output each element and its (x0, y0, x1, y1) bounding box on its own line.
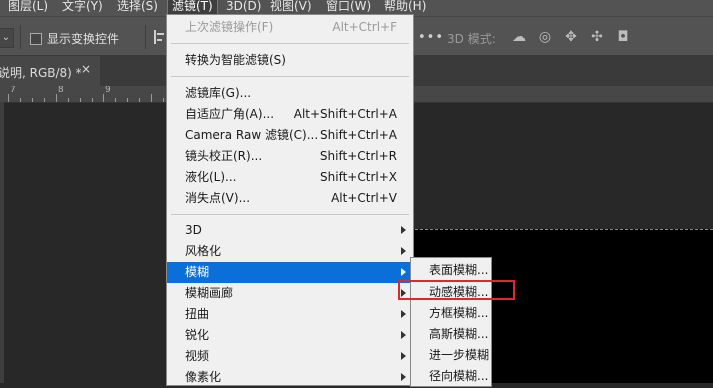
menu-item-last-filter: 上次滤镜操作(F) Alt+Ctrl+F (167, 17, 413, 38)
menu-item-label: 模糊画廊 (185, 286, 234, 300)
menu-item-convert-smart-filters[interactable]: 转换为智能滤镜(S) (167, 50, 413, 71)
menu-item-label: 自适应广角(A)... (185, 107, 275, 121)
3d-roll-icon[interactable]: ◎ (536, 29, 554, 45)
submenu-arrow-icon (401, 247, 406, 255)
ruler-label: 9 (105, 86, 111, 95)
submenu-arrow-icon (401, 373, 406, 381)
menu-item-shortcut: Shift+Ctrl+A (320, 128, 397, 142)
more-options-icon[interactable]: ••• (418, 30, 444, 45)
menu-layer[interactable]: 图层(L) (8, 0, 48, 16)
document-tab-title: 说明, RGB/8) * (0, 66, 82, 80)
menu-item-shortcut: Alt+Ctrl+F (332, 20, 397, 34)
submenu-item-box-blur[interactable]: 方框模糊... (411, 303, 491, 324)
submenu-item-label: 方框模糊... (429, 306, 489, 320)
filter-menu: 上次滤镜操作(F) Alt+Ctrl+F 转换为智能滤镜(S) 滤镜库(G)..… (166, 14, 414, 386)
menu-item-label: 视频 (185, 349, 210, 363)
tool-preset-dropdown[interactable]: ⌄ (0, 28, 14, 48)
menu-divider (171, 76, 409, 77)
blur-submenu: 表面模糊... 动感模糊... 方框模糊... 高斯模糊... 进一步模糊 径向… (410, 257, 492, 387)
menu-item-pixelate[interactable]: 像素化 (167, 367, 413, 388)
3d-mode-label: 3D 模式: (447, 32, 496, 46)
submenu-item-radial-blur[interactable]: 径向模糊... (411, 366, 491, 387)
menu-item-blur[interactable]: 模糊 (167, 262, 413, 283)
menu-item-video[interactable]: 视频 (167, 346, 413, 367)
menu-item-adaptive-wide-angle[interactable]: 自适应广角(A)... Alt+Shift+Ctrl+A (167, 104, 413, 125)
menu-item-label: 滤镜库(G)... (185, 86, 252, 100)
submenu-item-label: 进一步模糊 (429, 348, 490, 362)
3d-scale-icon[interactable]: ◘ (614, 29, 632, 45)
ruler-label: 7 (10, 86, 16, 95)
menu-item-label: 模糊 (185, 265, 210, 279)
menu-item-label: 液化(L)... (185, 170, 237, 184)
3d-orbit-icon[interactable]: ☁ (510, 29, 528, 45)
submenu-item-surface-blur[interactable]: 表面模糊... (411, 260, 491, 281)
menu-item-label: 像素化 (185, 370, 222, 384)
menu-item-distort[interactable]: 扭曲 (167, 304, 413, 325)
menu-item-label: 上次滤镜操作(F) (185, 20, 274, 34)
menu-item-blur-gallery[interactable]: 模糊画廊 (167, 283, 413, 304)
menu-item-label: 镜头校正(R)... (185, 149, 263, 163)
show-transform-checkbox[interactable] (30, 33, 42, 45)
submenu-arrow-icon (401, 331, 406, 339)
ruler-label: 8 (58, 86, 64, 95)
chevron-down-icon: ⌄ (1, 32, 11, 43)
menu-item-sharpen[interactable]: 锐化 (167, 325, 413, 346)
submenu-item-gaussian-blur[interactable]: 高斯模糊... (411, 324, 491, 345)
menu-item-shortcut: Shift+Ctrl+X (320, 170, 397, 184)
submenu-item-label: 表面模糊... (429, 263, 489, 277)
submenu-item-blur-more[interactable]: 进一步模糊 (411, 345, 491, 366)
menu-item-3d[interactable]: 3D (167, 220, 413, 241)
vertical-ruler[interactable] (0, 102, 4, 383)
submenu-item-label: 径向模糊... (429, 369, 489, 383)
submenu-item-label: 高斯模糊... (429, 327, 489, 341)
show-transform-label: 显示变换控件 (47, 32, 120, 46)
menu-type[interactable]: 文字(Y) (62, 0, 103, 16)
divider (145, 25, 146, 49)
menu-divider (171, 43, 409, 44)
menu-item-lens-correction[interactable]: 镜头校正(R)... Shift+Ctrl+R (167, 146, 413, 167)
menu-item-camera-raw-filter[interactable]: Camera Raw 滤镜(C)... Shift+Ctrl+A (167, 125, 413, 146)
submenu-arrow-icon (401, 310, 406, 318)
menu-item-vanishing-point[interactable]: 消失点(V)... Alt+Ctrl+V (167, 188, 413, 209)
menu-item-stylize[interactable]: 风格化 (167, 241, 413, 262)
menu-item-shortcut: Alt+Shift+Ctrl+A (293, 107, 397, 121)
menu-item-shortcut: Shift+Ctrl+R (319, 149, 397, 163)
menu-select[interactable]: 选择(S) (117, 0, 158, 16)
menu-item-shortcut: Alt+Ctrl+V (331, 191, 397, 205)
menu-item-label: 扭曲 (185, 307, 210, 321)
3d-pan-icon[interactable]: ✥ (562, 29, 580, 45)
menu-item-label: 转换为智能滤镜(S) (185, 53, 286, 67)
menu-item-label: 风格化 (185, 244, 222, 258)
menu-divider (171, 214, 409, 215)
submenu-arrow-icon (401, 226, 406, 234)
3d-slide-icon[interactable]: ✣ (588, 29, 606, 45)
menu-item-filter-gallery[interactable]: 滤镜库(G)... (167, 83, 413, 104)
menu-item-label: Camera Raw 滤镜(C)... (185, 128, 319, 142)
document-tab[interactable]: 说明, RGB/8) * × (0, 56, 100, 86)
menu-item-label: 3D (185, 223, 202, 237)
menu-item-label: 消失点(V)... (185, 191, 251, 205)
highlight-annotation-box (398, 280, 515, 300)
submenu-arrow-icon (401, 268, 406, 276)
divider (20, 25, 21, 49)
close-icon[interactable]: × (81, 62, 91, 76)
align-left-edges-icon[interactable] (154, 30, 164, 44)
submenu-arrow-icon (401, 352, 406, 360)
menu-item-label: 锐化 (185, 328, 210, 342)
menu-item-liquify[interactable]: 液化(L)... Shift+Ctrl+X (167, 167, 413, 188)
